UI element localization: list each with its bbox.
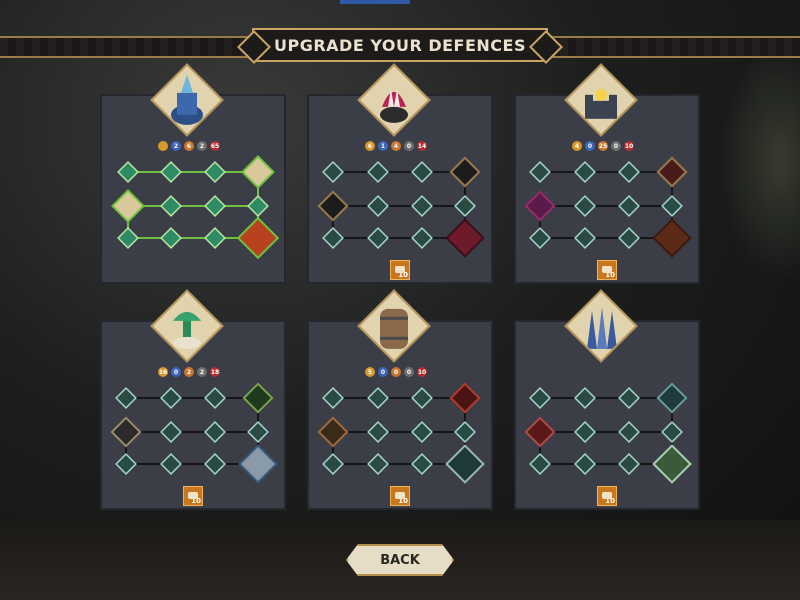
upgrade-cost-button[interactable]: 10 [597, 486, 617, 506]
upgrade-tree [524, 156, 692, 258]
cost-label: 10 [605, 271, 615, 279]
cost-label: 10 [191, 497, 201, 505]
upgrade-tree [110, 382, 278, 484]
defence-card-spikes[interactable]: 10 [514, 289, 700, 510]
upgrade-tree [524, 382, 692, 484]
upgrade-tree [317, 382, 485, 484]
defence-card-bear-trap[interactable]: 6 1 4 0 14 10 [307, 63, 493, 284]
cost-label: 10 [398, 497, 408, 505]
upgrade-tree [111, 155, 280, 260]
cost-label: 10 [398, 271, 408, 279]
back-button-label: BACK [380, 552, 420, 568]
page-title: UPGRADE YOUR DEFENCES [274, 35, 526, 55]
title-plate: UPGRADE YOUR DEFENCES [252, 28, 548, 62]
back-button[interactable]: BACK [346, 544, 454, 576]
defence-card-wall[interactable]: 4 0 25 0 10 10 [514, 63, 700, 284]
defence-card-spire[interactable]: 2 6 2 65 [100, 63, 286, 284]
top-tab-indicator [340, 0, 410, 4]
defence-card-barrel[interactable]: 5 0 0 0 10 10 [307, 289, 493, 510]
defence-card-poison-tower[interactable]: 16 0 2 2 18 10 [100, 289, 286, 510]
background-lamp-glow [720, 40, 800, 280]
upgrade-cost-button[interactable]: 10 [390, 486, 410, 506]
cost-label: 10 [605, 497, 615, 505]
upgrade-cost-button[interactable]: 10 [390, 260, 410, 280]
upgrade-cost-button[interactable]: 10 [183, 486, 203, 506]
upgrade-cost-button[interactable]: 10 [597, 260, 617, 280]
upgrade-tree [317, 156, 485, 258]
